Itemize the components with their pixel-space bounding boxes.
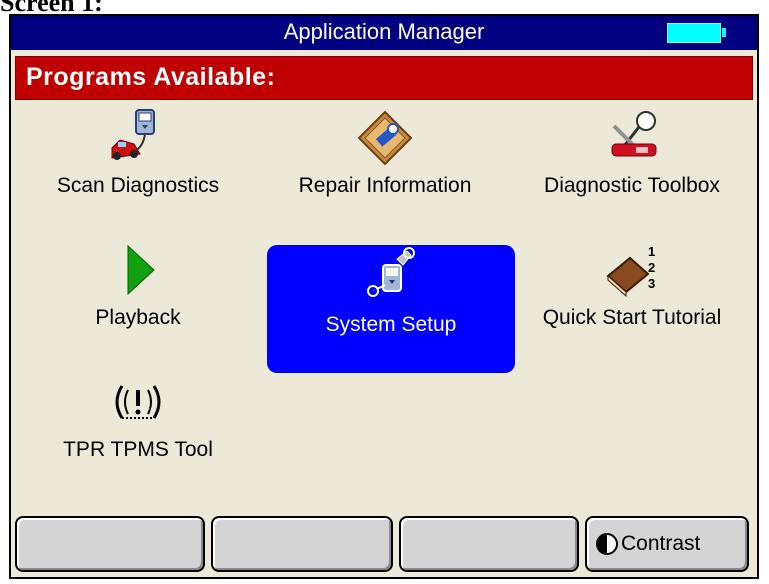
svg-text:3: 3 [648, 276, 655, 291]
softkey-2[interactable] [211, 516, 393, 572]
playback-icon [127, 244, 155, 296]
program-label: Quick Start Tutorial [542, 306, 722, 329]
program-label: System Setup [325, 313, 457, 336]
quick-start-tutorial-icon: 1 2 3 [606, 244, 655, 298]
program-quick-start-tutorial[interactable]: 1 2 3 Quick Start Tutorial [508, 238, 756, 366]
softkey-bar: Contrast [15, 516, 755, 574]
program-label: Playback [95, 306, 181, 329]
contrast-icon [596, 533, 618, 555]
title-bar: Application Manager [11, 16, 757, 50]
diagnostic-toolbox-icon [611, 111, 657, 157]
program-repair-information[interactable]: Repair Information [261, 106, 509, 234]
program-tpr-tpms-tool[interactable]: TPR TPMS Tool [14, 370, 262, 498]
softkey-3[interactable] [399, 516, 579, 572]
application-manager-window: Application Manager Programs Available: … [9, 14, 759, 579]
battery-full-icon [667, 23, 721, 43]
scan-diagnostics-icon [111, 109, 155, 160]
softkey-1[interactable] [15, 516, 205, 572]
system-setup-icon [367, 247, 415, 297]
svg-text:1: 1 [648, 244, 655, 259]
repair-information-icon [357, 110, 413, 166]
program-diagnostic-toolbox[interactable]: Diagnostic Toolbox [508, 106, 756, 234]
contrast-label: Contrast [621, 532, 701, 555]
program-playback[interactable]: Playback [14, 238, 262, 366]
program-label: Scan Diagnostics [56, 174, 220, 197]
programs-header: Programs Available: [15, 56, 753, 100]
svg-text:2: 2 [648, 260, 655, 275]
programs-header-label: Programs Available: [26, 63, 276, 91]
battery-tip [722, 28, 726, 37]
program-scan-diagnostics[interactable]: Scan Diagnostics [14, 106, 262, 234]
program-label: Diagnostic Toolbox [544, 174, 720, 197]
program-label: TPR TPMS Tool [63, 438, 213, 461]
contrast-button[interactable]: Contrast [585, 516, 749, 572]
program-system-setup[interactable]: System Setup [267, 245, 515, 373]
window-title: Application Manager [283, 19, 485, 44]
program-label: Repair Information [298, 174, 472, 197]
tpms-tool-icon [115, 385, 161, 419]
